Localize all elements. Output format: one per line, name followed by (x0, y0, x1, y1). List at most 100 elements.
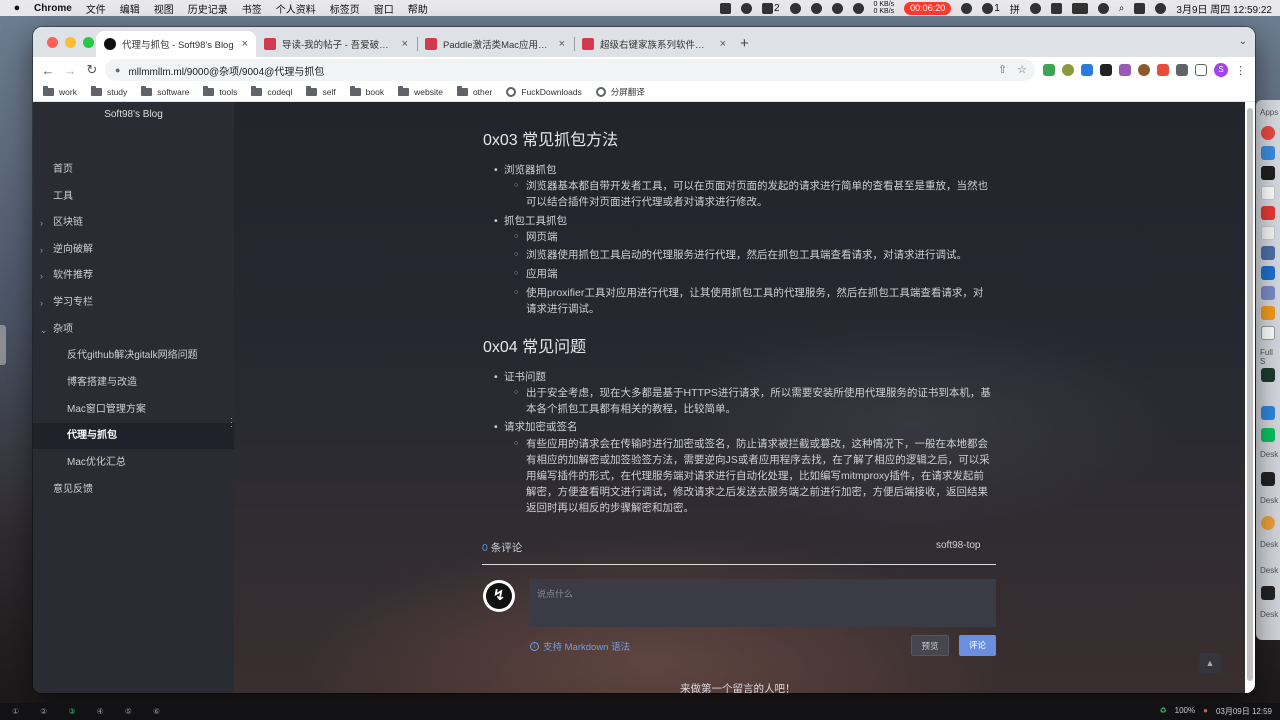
wifi-icon[interactable] (1029, 2, 1041, 14)
workspace-2[interactable]: ② (40, 707, 47, 716)
tab-close-icon[interactable]: × (402, 38, 408, 50)
extension-icon[interactable] (1062, 64, 1074, 76)
extension-icon[interactable] (1100, 64, 1112, 76)
sidebar-subitem-blog-setup[interactable]: 博客搭建与改造 (33, 370, 234, 396)
dock-app-icon[interactable] (1261, 226, 1275, 240)
workspace-1[interactable]: ① (12, 707, 19, 716)
wechat-dock-icon[interactable] (1261, 428, 1275, 442)
workspace-6[interactable]: ⑥ (153, 707, 160, 716)
tab-close-icon[interactable]: × (242, 38, 248, 50)
tab-close-icon[interactable]: × (559, 38, 565, 50)
tab[interactable]: Paddle激活类Mac应用通杀（Air × (417, 31, 573, 57)
calendar-icon[interactable] (1261, 186, 1275, 200)
bookmark-folder[interactable]: tools (203, 86, 237, 97)
close-window-button[interactable] (47, 37, 58, 48)
wechat-icon[interactable] (831, 2, 843, 14)
bookmark-folder[interactable]: self (306, 86, 336, 97)
status-round-icon[interactable] (740, 2, 752, 14)
sidebar-item-home[interactable]: 首页 (33, 157, 234, 183)
menu-edit[interactable]: 编辑 (120, 1, 140, 16)
menu-bookmarks[interactable]: 书签 (242, 1, 262, 16)
dock-app-icon[interactable] (1261, 246, 1275, 260)
sidebar-subitem-proxy-capture[interactable]: 代理与抓包 (33, 423, 234, 449)
share-icon[interactable]: ⇧ (998, 63, 1007, 76)
dock-app-icon[interactable] (1261, 166, 1275, 180)
dock-app-icon[interactable] (1261, 206, 1275, 220)
tab-active[interactable]: 代理与抓包 - Soft98's Blog × (96, 31, 256, 57)
dock-app-icon[interactable] (1261, 406, 1275, 420)
terminal-icon[interactable] (1261, 586, 1275, 600)
bookmark-folder[interactable]: website (398, 86, 443, 97)
site-info-icon[interactable]: ● (115, 65, 120, 75)
sidebar-item-reverse[interactable]: › 逆向破解 (33, 237, 234, 263)
extension-icon[interactable] (1043, 64, 1055, 76)
extension-icon[interactable] (1081, 64, 1093, 76)
typora-icon[interactable] (1261, 326, 1275, 340)
status-badge-icon[interactable]: 2 (761, 2, 780, 14)
menu-history[interactable]: 历史记录 (188, 1, 228, 16)
comment-input[interactable] (529, 579, 996, 627)
cloud-icon[interactable] (852, 2, 864, 14)
spotlight-icon[interactable]: ⌕ (1119, 3, 1125, 14)
terminal-icon[interactable] (1261, 368, 1275, 382)
bookmark-star-icon[interactable]: ☆ (1017, 63, 1027, 76)
sublime-icon[interactable] (1261, 306, 1275, 320)
sidebar-item-blockchain[interactable]: › 区块链 (33, 210, 234, 236)
menu-profiles[interactable]: 个人资料 (276, 1, 316, 16)
avatar[interactable]: ↯ (483, 580, 515, 612)
scrollbar-thumb[interactable] (1247, 108, 1253, 681)
menu-help[interactable]: 帮助 (408, 1, 428, 16)
sidebar-subitem-mac-optimize[interactable]: Mac优化汇总 (33, 450, 234, 476)
bookmark-folder[interactable]: book (349, 86, 384, 97)
sidebar-resize-handle[interactable]: · · · (230, 414, 233, 431)
workspace-4[interactable]: ④ (97, 707, 104, 716)
ime-indicator[interactable]: 拼 (1010, 1, 1020, 16)
control-center-icon[interactable] (1097, 2, 1109, 14)
zoom-window-button[interactable] (83, 37, 94, 48)
apple-menu-icon[interactable]: ● (0, 2, 34, 14)
profile-avatar[interactable]: S (1214, 63, 1228, 77)
tab[interactable]: 导读-我的帖子 - 吾爱破解 - LCG × (256, 31, 416, 57)
outlook-icon[interactable] (1261, 266, 1275, 280)
notification-count[interactable]: 1 (982, 2, 1000, 14)
dock-app-icon[interactable] (1261, 126, 1275, 140)
new-tab-button[interactable]: + (740, 35, 749, 52)
menu-file[interactable]: 文件 (86, 1, 106, 16)
bookmark-folder[interactable]: software (141, 86, 189, 97)
bookmark-link[interactable]: 分屏翻译 (595, 86, 645, 98)
menu-window[interactable]: 窗口 (374, 1, 394, 16)
address-bar[interactable]: ● mllmmllm.ml/9000@杂项/9004@代理与抓包 ⇧ ☆ (105, 59, 1035, 81)
sidebar-item-tools[interactable]: 工具 (33, 184, 234, 210)
vpn-icon[interactable] (789, 2, 801, 14)
recording-timer[interactable]: 00:06:20 (904, 1, 952, 15)
display-icon[interactable] (1134, 2, 1146, 14)
sidebar-subitem-mac-window[interactable]: Mac窗口管理方案 (33, 397, 234, 423)
chrome-icon[interactable] (1261, 516, 1275, 530)
workspace-5[interactable]: ⑤ (125, 707, 132, 716)
sidebar-item-misc[interactable]: ⌄ 杂项 (33, 317, 234, 343)
side-panel-icon[interactable] (1195, 64, 1207, 76)
siri-icon[interactable] (1155, 2, 1167, 14)
submit-comment-button[interactable]: 评论 (959, 635, 996, 656)
sidebar-item-software[interactable]: › 软件推荐 (33, 263, 234, 289)
comment-user-link[interactable]: soft98-top (936, 540, 980, 551)
sidebar-subitem-github-proxy[interactable]: 反代github解决gitalk网络问题 (33, 343, 234, 369)
refresh-icon[interactable] (961, 2, 973, 14)
bookmark-link[interactable]: FuckDownloads (506, 87, 582, 97)
page-scrollbar[interactable] (1245, 102, 1255, 693)
app-menu-chrome[interactable]: Chrome (34, 3, 72, 14)
back-to-top-button[interactable]: ▲ (1199, 653, 1221, 673)
status-app-icon[interactable] (719, 2, 731, 14)
battery-icon[interactable] (1071, 2, 1088, 14)
shield-icon[interactable] (810, 2, 822, 14)
bookmark-folder[interactable]: work (43, 86, 77, 97)
dock-app-icon[interactable] (1261, 286, 1275, 300)
menubar-datetime[interactable]: 3月9日 周四 12:59:22 (1176, 1, 1272, 16)
tab-close-icon[interactable]: × (720, 38, 726, 50)
bookmark-folder[interactable]: codeql (251, 86, 292, 97)
sidebar-item-learning[interactable]: › 学习专栏 (33, 290, 234, 316)
forward-arrow-icon[interactable]: → (59, 63, 81, 78)
bookmark-folder[interactable]: other (456, 86, 492, 97)
extension-icon[interactable] (1138, 64, 1150, 76)
bookmark-folder[interactable]: study (90, 86, 127, 97)
